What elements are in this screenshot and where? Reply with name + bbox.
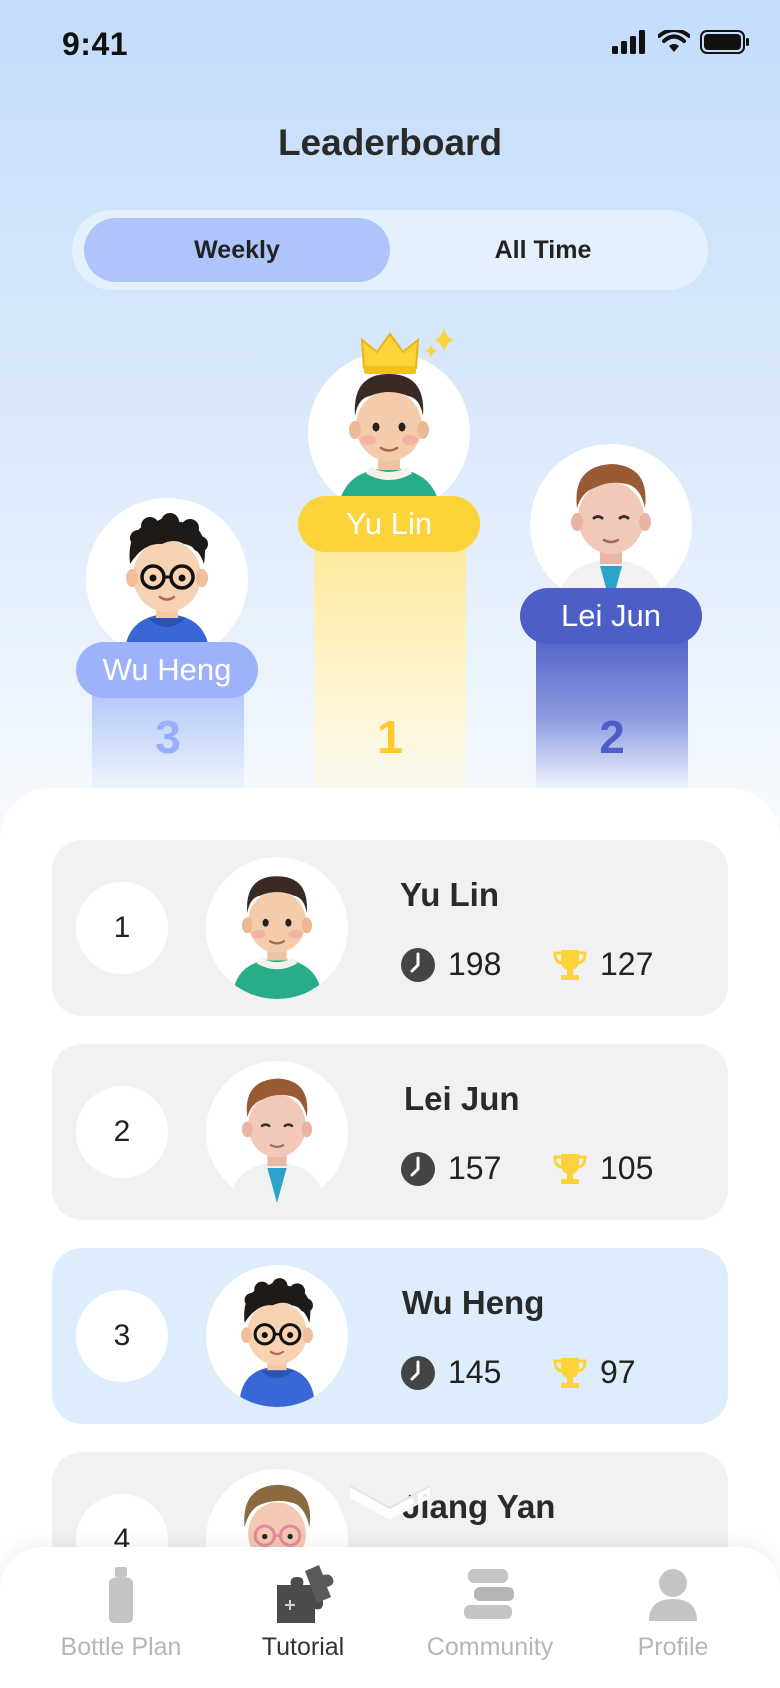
avatar (206, 857, 348, 999)
tab-bottle-plan[interactable]: Bottle Plan (26, 1561, 216, 1671)
avatar (206, 1061, 348, 1203)
avatar (530, 444, 692, 606)
avatar (308, 352, 470, 514)
trophy-stat: 127 (552, 946, 653, 983)
avatar (86, 498, 248, 660)
player-name: Lei Jun (404, 1080, 520, 1117)
clock-icon (401, 1151, 435, 1186)
chevron-down-icon[interactable] (346, 1480, 434, 1530)
podium-name-third: Wu Heng (76, 642, 258, 698)
bottle-icon (109, 1567, 133, 1623)
rank-badge: 1 (76, 882, 168, 974)
tab-label: Profile (637, 1633, 709, 1661)
podium-rank-first: 1 (377, 711, 403, 763)
trophy-icon (553, 1357, 587, 1388)
tab-label: Community (426, 1633, 554, 1661)
tab-label: Bottle Plan (60, 1633, 182, 1661)
clock-icon (401, 947, 435, 982)
tab-tutorial[interactable]: Tutorial (208, 1561, 398, 1671)
time-value: 157 (448, 1150, 502, 1186)
trophy-stat: 105 (552, 1150, 653, 1187)
wifi-icon (658, 30, 690, 52)
tab-all-time[interactable]: All Time (390, 218, 696, 282)
profile-icon (649, 1569, 697, 1621)
time-stat: 198 (400, 946, 501, 983)
tab-community[interactable]: Community (395, 1561, 585, 1671)
trophy-value: 97 (600, 1354, 636, 1390)
time-value: 198 (448, 946, 502, 982)
list-item[interactable]: 3 Wu Heng 145 97 (52, 1248, 728, 1424)
trophy-value: 127 (600, 946, 654, 982)
puzzle-icon (277, 1565, 334, 1623)
trophy-stat: 97 (552, 1354, 636, 1391)
list-item[interactable]: 1 Yu Lin 198 127 (52, 840, 728, 1016)
signal-icon (612, 30, 645, 54)
avatar (206, 1265, 348, 1407)
rank-badge: 3 (76, 1290, 168, 1382)
community-icon (464, 1569, 514, 1619)
list-item[interactable]: 2 Lei Jun 157 105 (52, 1044, 728, 1220)
trophy-icon (553, 1153, 587, 1184)
trophy-icon (553, 949, 587, 980)
player-name: Yu Lin (400, 876, 499, 913)
sparkle-icon (425, 328, 454, 358)
podium-rank-third: 3 (155, 711, 181, 763)
trophy-value: 105 (600, 1150, 654, 1186)
crown-icon (360, 332, 420, 374)
battery-icon (700, 30, 749, 54)
rank-badge: 2 (76, 1086, 168, 1178)
podium-name-first: Yu Lin (298, 496, 480, 552)
time-stat: 157 (400, 1150, 501, 1187)
time-stat: 145 (400, 1354, 501, 1391)
podium-rank-second: 2 (599, 711, 625, 763)
podium-pillar (536, 630, 688, 788)
bottom-tab-bar: Bottle Plan Tutorial Community Profile (0, 1547, 780, 1688)
tab-label: Tutorial (261, 1633, 345, 1661)
status-time: 9:41 (62, 26, 129, 62)
period-segmented-control: Weekly All Time (72, 210, 708, 290)
tab-profile[interactable]: Profile (578, 1561, 768, 1671)
status-icons (612, 30, 750, 54)
status-bar: 9:41 (0, 0, 780, 90)
clock-icon (401, 1355, 435, 1390)
player-name: Wu Heng (402, 1284, 545, 1321)
podium-name-second: Lei Jun (520, 588, 702, 644)
time-value: 145 (448, 1354, 502, 1390)
tab-weekly[interactable]: Weekly (84, 218, 390, 282)
page-title: Leaderboard (277, 122, 503, 163)
